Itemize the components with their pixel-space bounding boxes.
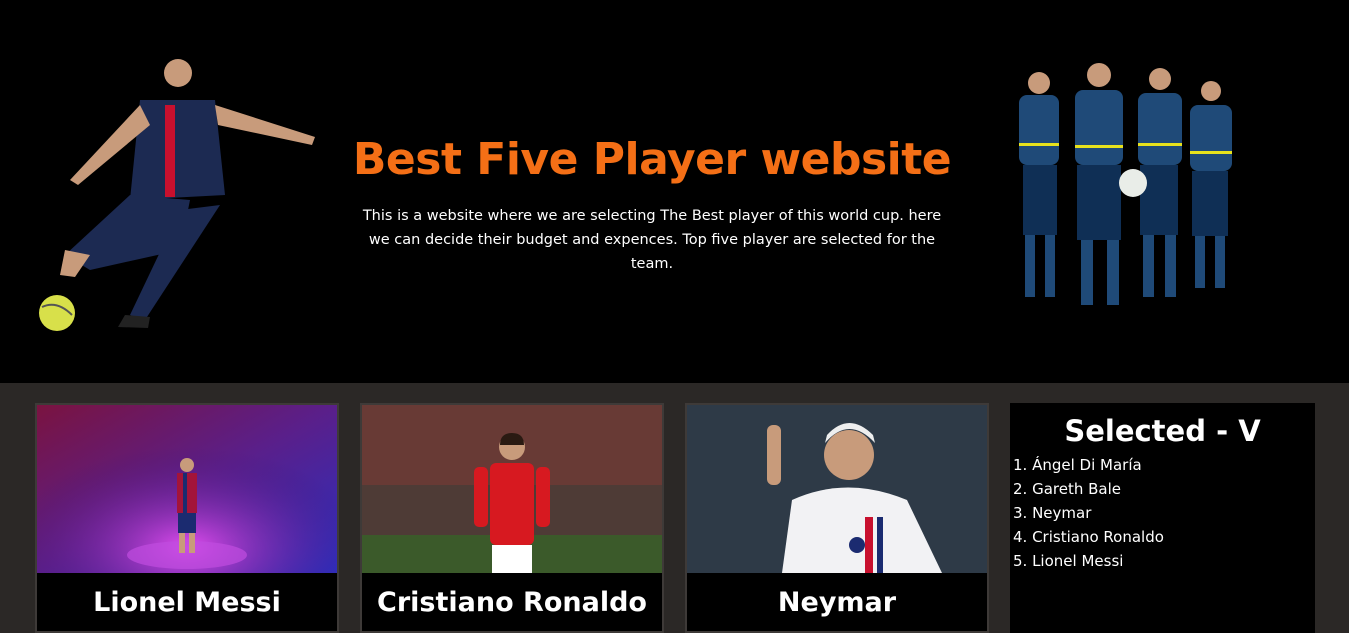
site-description: This is a website where we are selecting… <box>362 208 942 272</box>
selected-title: Selected - V <box>1064 414 1261 448</box>
player-card-ronaldo: Cristiano Ronaldo <box>360 403 664 633</box>
list-item: 4. Cristiano Ronaldo <box>1013 528 1164 546</box>
striker-photo <box>30 45 320 335</box>
site-title: Best Five Player website <box>352 134 952 185</box>
player-name: Neymar <box>777 587 897 618</box>
list-item: 1. Ángel Di María <box>1013 456 1142 474</box>
list-item: 3. Neymar <box>1013 504 1092 522</box>
player-name: Lionel Messi <box>93 587 281 618</box>
hero-text: Best Five Player website This is a websi… <box>350 130 954 276</box>
neymar-photo <box>687 405 987 573</box>
player-name: Cristiano Ronaldo <box>377 587 647 618</box>
selected-list: 1. Ángel Di María 2. Gareth Bale 3. Neym… <box>1013 453 1315 573</box>
hero-banner: Best Five Player website This is a websi… <box>0 0 1349 383</box>
ronaldo-photo <box>362 405 662 573</box>
list-item: 5. Lionel Messi <box>1013 552 1124 570</box>
player-card-neymar: Neymar <box>685 403 989 633</box>
messi-photo <box>37 405 337 573</box>
team-photo <box>1005 55 1255 320</box>
selected-players-panel: Selected - V 1. Ángel Di María 2. Gareth… <box>1010 403 1315 633</box>
list-item: 2. Gareth Bale <box>1013 480 1121 498</box>
player-card-messi: Lionel Messi <box>35 403 339 633</box>
